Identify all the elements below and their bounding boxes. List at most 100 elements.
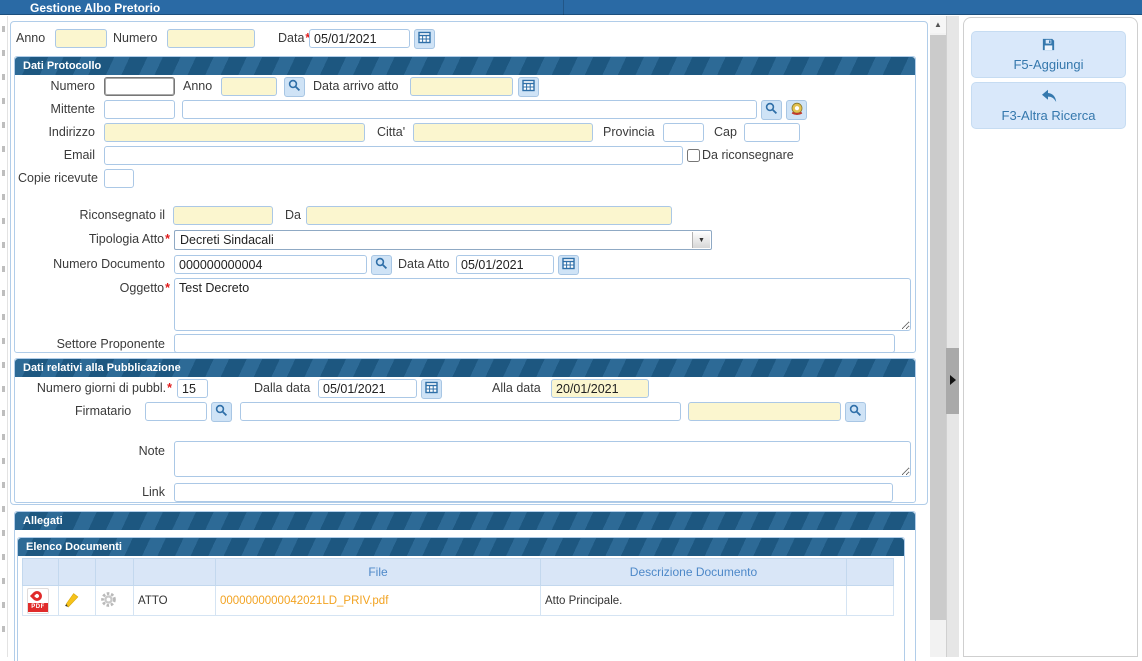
elenco-documenti-header: Elenco Documenti <box>18 538 904 556</box>
search-icon <box>765 102 778 118</box>
alla-data-input[interactable] <box>551 379 649 398</box>
note-label: Note <box>138 444 165 458</box>
documento-file-link[interactable]: 0000000000042021LD_PRIV.pdf <box>220 595 388 607</box>
settore-proponente-input[interactable] <box>174 334 895 353</box>
cap-input[interactable] <box>744 123 800 142</box>
dalla-data-calendar-button[interactable] <box>421 379 442 399</box>
protocollo-numero-input[interactable] <box>104 77 175 96</box>
firmatario-label: Firmatario <box>75 404 132 418</box>
splitter-collapse-icon[interactable] <box>950 375 956 385</box>
firmatario-search-button[interactable] <box>211 402 232 422</box>
anagrafe-emblem-button[interactable] <box>786 100 807 120</box>
scrollbar-thumb[interactable] <box>930 35 946 620</box>
firmatario-extra-input[interactable] <box>688 402 841 421</box>
f3-altra-ricerca-label: F3-Altra Ricerca <box>1001 107 1096 123</box>
email-input[interactable] <box>104 146 683 165</box>
page-edge-artifact <box>0 16 8 657</box>
copie-ricevute-input[interactable] <box>104 169 134 188</box>
edit-pencil-icon[interactable] <box>63 592 80 611</box>
protocollo-anno-label: Anno <box>183 79 213 93</box>
italy-emblem-icon <box>790 102 804 119</box>
da-riconsegnare-checkbox[interactable] <box>687 149 700 162</box>
indirizzo-label: Indirizzo <box>48 125 95 139</box>
settore-proponente-label: Settore Proponente <box>56 337 165 351</box>
gear-icon[interactable] <box>100 591 117 611</box>
firmatario-name-input[interactable] <box>240 402 681 421</box>
search-icon <box>215 404 228 420</box>
numero-documento-search-button[interactable] <box>371 255 392 275</box>
da-input[interactable] <box>306 206 672 225</box>
provincia-input[interactable] <box>663 123 704 142</box>
required-marker: * <box>165 232 170 246</box>
dati-pubblicazione-header: Dati relativi alla Pubblicazione <box>15 359 915 377</box>
scrollbar-up-button[interactable]: ▲ <box>930 16 946 33</box>
calendar-icon <box>418 31 431 47</box>
protocollo-anno-input[interactable] <box>221 77 277 96</box>
calendar-icon <box>562 257 575 273</box>
tipologia-selected-value: Decreti Sindacali <box>180 233 274 247</box>
data-arrivo-input[interactable] <box>410 77 513 96</box>
anno-label: Anno <box>16 31 46 45</box>
window-title: Gestione Albo Pretorio <box>30 1 161 15</box>
tipologia-select[interactable]: Decreti Sindacali ▼ <box>174 230 712 250</box>
mittente-code-input[interactable] <box>104 100 175 119</box>
oggetto-label: Oggetto* <box>119 281 170 295</box>
riconsegnato-input[interactable] <box>173 206 273 225</box>
allegati-header: Allegati <box>15 512 915 530</box>
required-marker: * <box>167 381 172 395</box>
numero-documento-input[interactable] <box>174 255 367 274</box>
back-arrow-icon <box>1041 89 1057 106</box>
numero-documento-label: Numero Documento <box>53 257 165 271</box>
data-label: Data* <box>278 31 311 45</box>
documento-tipo: ATTO <box>133 585 216 616</box>
note-textarea[interactable] <box>174 441 911 477</box>
f5-aggiungi-button[interactable]: F5-Aggiungi <box>971 31 1126 78</box>
dati-protocollo-header: Dati Protocollo <box>15 57 915 75</box>
copie-ricevute-label: Copie ricevute <box>18 171 98 185</box>
col-header-file: File <box>215 558 541 586</box>
firmatario-extra-search-button[interactable] <box>845 402 866 422</box>
save-floppy-icon <box>1041 37 1056 55</box>
protocollo-search-button[interactable] <box>284 77 305 97</box>
panel-splitter <box>946 16 959 657</box>
tipologia-label: Tipologia Atto* <box>88 232 170 246</box>
da-riconsegnare-label: Da riconsegnare <box>702 148 794 162</box>
giorni-pubbl-input[interactable] <box>177 379 208 398</box>
calendar-icon <box>522 79 535 95</box>
alla-data-label: Alla data <box>492 381 541 395</box>
link-label: Link <box>142 485 165 499</box>
cap-label: Cap <box>714 125 737 139</box>
firmatario-code-input[interactable] <box>145 402 207 421</box>
mittente-label: Mittente <box>50 102 95 116</box>
data-arrivo-calendar-button[interactable] <box>518 77 539 97</box>
f3-altra-ricerca-button[interactable]: F3-Altra Ricerca <box>971 82 1126 129</box>
da-label: Da <box>285 208 301 222</box>
numero-label: Numero <box>113 31 158 45</box>
col-header-descrizione: Descrizione Documento <box>540 558 847 586</box>
chevron-down-icon: ▼ <box>692 232 710 248</box>
data-atto-input[interactable] <box>456 255 554 274</box>
pdf-file-icon[interactable]: PDF <box>27 587 49 614</box>
data-arrivo-label: Data arrivo atto <box>313 79 399 93</box>
giorni-pubbl-label: Numero giorni di pubbl.* <box>36 381 172 395</box>
protocollo-numero-label: Numero <box>50 79 95 93</box>
oggetto-textarea[interactable]: Test Decreto <box>174 278 911 331</box>
search-icon <box>849 404 862 420</box>
dalla-data-input[interactable] <box>318 379 417 398</box>
citta-input[interactable] <box>413 123 593 142</box>
mittente-search-button[interactable] <box>761 100 782 120</box>
numero-input[interactable] <box>167 29 255 48</box>
riconsegnato-label: Riconsegnato il <box>79 208 165 222</box>
data-input[interactable] <box>309 29 410 48</box>
data-calendar-button[interactable] <box>414 29 435 49</box>
email-label: Email <box>63 148 95 162</box>
provincia-label: Provincia <box>603 125 655 139</box>
indirizzo-input[interactable] <box>104 123 365 142</box>
citta-label: Citta' <box>377 125 406 139</box>
anno-input[interactable] <box>55 29 107 48</box>
mittente-name-input[interactable] <box>182 100 757 119</box>
data-atto-calendar-button[interactable] <box>558 255 579 275</box>
search-icon <box>375 257 388 273</box>
search-icon <box>288 79 301 95</box>
link-input[interactable] <box>174 483 893 502</box>
